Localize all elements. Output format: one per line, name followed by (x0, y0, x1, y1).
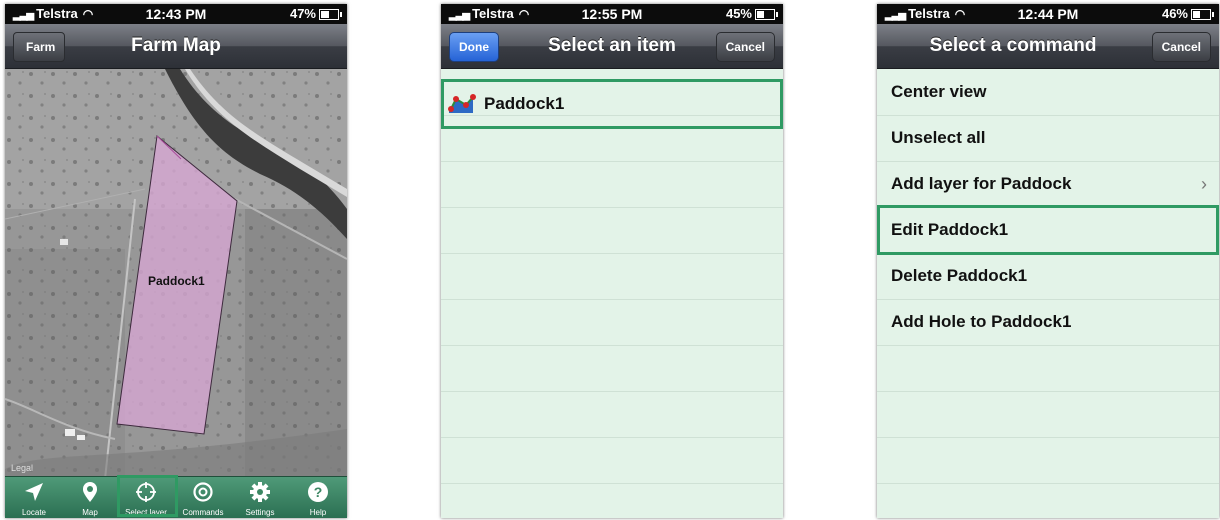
tab-label: Help (309, 508, 327, 517)
page-title: Select a command (929, 35, 1097, 56)
battery-icon (319, 9, 342, 21)
command-delete-paddock[interactable]: Delete Paddock1 (877, 253, 1219, 299)
battery-percent: 46% (1161, 6, 1188, 21)
tab-locate[interactable]: Locate (8, 477, 60, 518)
navigation-bar: Done Select an item Cancel (441, 24, 783, 69)
tab-map[interactable]: Map (64, 477, 116, 518)
tab-label: Commands (182, 508, 224, 517)
tab-label: Settings (245, 508, 275, 517)
tab-commands[interactable]: Commands (177, 477, 229, 518)
tab-label: Locate (21, 508, 47, 517)
status-bar: ▂▃▅ Telstra ◠ 12:44 PM 46% (877, 4, 1219, 24)
cancel-button[interactable]: Cancel (715, 32, 775, 62)
command-add-layer[interactable]: Add layer for Paddock › (877, 161, 1219, 207)
phone-screen-select-item: ▂▃▅ Telstra ◠ 12:55 PM 45% Done Select an … (441, 4, 783, 518)
battery-percent: 47% (289, 6, 316, 21)
cancel-button[interactable]: Cancel (1151, 32, 1211, 62)
gear-icon (250, 482, 270, 502)
phone-screen-farm-map: ▂▃▅Telstra◠ 12:43 PM 47% Farm Farm Map (5, 4, 347, 518)
help-icon: ? (308, 482, 328, 502)
satellite-map[interactable]: Paddock1 Legal (5, 69, 347, 479)
tab-settings[interactable]: Settings (234, 477, 286, 518)
command-edit-paddock[interactable]: Edit Paddock1 (877, 205, 1219, 255)
navigation-bar: Select a command Cancel (877, 24, 1219, 69)
phone-screen-select-command: ▂▃▅ Telstra ◠ 12:44 PM 46% Select a comman… (877, 4, 1219, 518)
tab-help[interactable]: ? Help (292, 477, 344, 518)
map-pin-icon (83, 482, 97, 502)
command-label: Delete Paddock1 (891, 266, 1028, 285)
status-bar: ▂▃▅ Telstra ◠ 12:43 PM 47% (5, 4, 347, 24)
page-title: Farm Map (131, 35, 221, 56)
battery-percent: 45% (725, 6, 752, 21)
chevron-right-icon: › (1201, 174, 1207, 194)
list-item-label: Paddock1 (484, 94, 565, 113)
location-arrow-icon (25, 483, 43, 501)
svg-text:?: ? (314, 484, 323, 500)
tab-label: Map (82, 508, 98, 517)
command-label: Center view (891, 82, 987, 101)
list-item[interactable]: Paddock1 (441, 79, 783, 129)
battery-icon (755, 9, 778, 21)
target-icon (193, 482, 213, 502)
item-list: Paddock1 (441, 69, 783, 518)
command-list: Center view Unselect all Add layer for P… (877, 69, 1219, 518)
navigation-bar: Farm Farm Map (5, 24, 347, 69)
command-label: Add Hole to Paddock1 (891, 312, 1072, 331)
command-label: Unselect all (891, 128, 986, 147)
tab-bar: Locate Map Select layer Commands Setting… (5, 475, 347, 518)
command-center-view[interactable]: Center view (877, 69, 1219, 115)
selected-tab-highlight (117, 475, 178, 517)
command-add-hole[interactable]: Add Hole to Paddock1 (877, 299, 1219, 345)
status-bar: ▂▃▅ Telstra ◠ 12:55 PM 45% (441, 4, 783, 24)
paddock-label: Paddock1 (148, 274, 205, 288)
command-unselect-all[interactable]: Unselect all (877, 115, 1219, 161)
polygon-layer-icon (448, 93, 476, 113)
command-label: Edit Paddock1 (891, 220, 1009, 239)
command-label: Add layer for Paddock (891, 174, 1072, 193)
battery-icon (1191, 9, 1214, 21)
legal-link[interactable]: Legal (11, 463, 33, 473)
